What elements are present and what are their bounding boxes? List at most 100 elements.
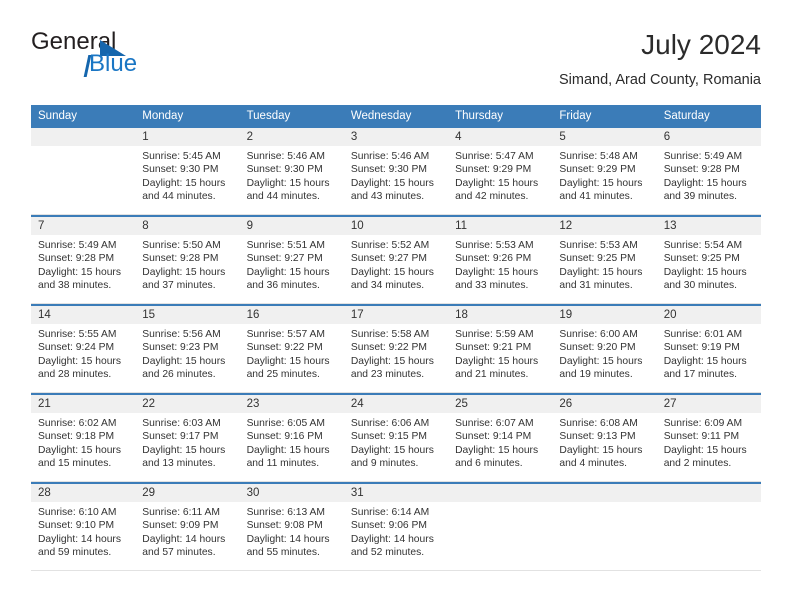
calendar-day-cell[interactable]: 27 Sunrise: 6:09 AM Sunset: 9:11 PM Dayligh…: [656, 395, 761, 481]
day-sunset-text: Sunset: 9:10 PM: [38, 520, 115, 532]
day-details: Sunrise: 6:03 AM Sunset: 9:17 PM Daylight:…: [135, 413, 239, 481]
calendar-day-cell[interactable]: 6 Sunrise: 5:49 AM Sunset: 9:28 PM Daylight…: [656, 128, 761, 214]
day-details: [552, 502, 656, 570]
day-daylight-2-text: and 59 minutes.: [38, 547, 112, 559]
calendar-day-cell[interactable]: 3 Sunrise: 5:46 AM Sunset: 9:30 PM Daylight…: [343, 128, 449, 214]
day-sunrise-text: Sunrise: 5:52 AM: [350, 240, 430, 251]
day-details: Sunrise: 5:53 AM Sunset: 9:26 PM Daylight:…: [448, 235, 552, 303]
day-daylight-1-text: Daylight: 15 hours: [246, 177, 330, 189]
day-details: Sunrise: 5:45 AM Sunset: 9:30 PM Daylight:…: [135, 146, 239, 214]
day-daylight-2-text: and 43 minutes.: [350, 191, 425, 203]
day-sunset-text: Sunset: 9:28 PM: [663, 164, 740, 176]
day-daylight-1-text: Daylight: 15 hours: [38, 266, 121, 278]
day-daylight-1-text: Daylight: 14 hours: [38, 533, 121, 545]
day-number: 5: [552, 128, 657, 146]
calendar-day-cell[interactable]: 17 Sunrise: 5:58 AM Sunset: 9:22 PM Dayligh…: [343, 306, 449, 392]
day-details: Sunrise: 6:08 AM Sunset: 9:13 PM Daylight:…: [552, 413, 656, 481]
calendar-grid: Sunday Monday Tuesday Wednesday Thursday Frid…: [31, 105, 761, 571]
day-sunrise-text: Sunrise: 6:11 AM: [142, 507, 220, 518]
calendar-day-cell[interactable]: 12 Sunrise: 5:53 AM Sunset: 9:25 PM Dayligh…: [552, 217, 657, 303]
day-details: Sunrise: 5:52 AM Sunset: 9:27 PM Daylight:…: [344, 235, 448, 303]
day-number: 16: [239, 306, 344, 324]
calendar-day-cell[interactable]: 20 Sunrise: 6:01 AM Sunset: 9:19 PM Dayligh…: [656, 306, 761, 392]
calendar-day-cell[interactable]: 11 Sunrise: 5:53 AM Sunset: 9:26 PM Dayligh…: [448, 217, 553, 303]
day-daylight-2-text: and 41 minutes.: [559, 191, 633, 203]
day-sunset-text: Sunset: 9:11 PM: [663, 431, 740, 443]
day-daylight-1-text: Daylight: 15 hours: [350, 177, 434, 189]
day-daylight-2-text: and 52 minutes.: [350, 547, 425, 559]
calendar-day-cell[interactable]: 18 Sunrise: 5:59 AM Sunset: 9:21 PM Dayligh…: [448, 306, 553, 392]
day-sunrise-text: Sunrise: 5:47 AM: [455, 151, 534, 162]
day-daylight-1-text: Daylight: 15 hours: [142, 444, 226, 456]
calendar-day-cell[interactable]: 16 Sunrise: 5:57 AM Sunset: 9:22 PM Dayligh…: [239, 306, 344, 392]
calendar-day-cell[interactable]: 9 Sunrise: 5:51 AM Sunset: 9:27 PM Daylight…: [239, 217, 344, 303]
calendar-day-cell[interactable]: 28 Sunrise: 6:10 AM Sunset: 9:10 PM Dayligh…: [31, 484, 136, 570]
general-blue-logo[interactable]: General Blue: [31, 28, 231, 88]
day-details: Sunrise: 5:55 AM Sunset: 9:24 PM Daylight:…: [31, 324, 135, 392]
calendar-day-cell[interactable]: 23 Sunrise: 6:05 AM Sunset: 9:16 PM Dayligh…: [239, 395, 344, 481]
day-details: Sunrise: 6:11 AM Sunset: 9:09 PM Daylight:…: [135, 502, 239, 570]
day-sunrise-text: Sunrise: 6:13 AM: [246, 507, 325, 518]
day-sunrise-text: Sunrise: 6:03 AM: [142, 418, 221, 429]
day-details: Sunrise: 6:05 AM Sunset: 9:16 PM Daylight:…: [240, 413, 344, 481]
day-sunset-text: Sunset: 9:25 PM: [663, 253, 740, 265]
day-sunset-text: Sunset: 9:08 PM: [246, 520, 323, 532]
calendar-day-cell[interactable]: 1 Sunrise: 5:45 AM Sunset: 9:30 PM Daylight…: [135, 128, 240, 214]
day-sunset-text: Sunset: 9:18 PM: [38, 431, 115, 443]
calendar-day-cell[interactable]: 31 Sunrise: 6:14 AM Sunset: 9:06 PM Dayligh…: [343, 484, 449, 570]
weekday-header-sunday: Sunday: [38, 110, 78, 122]
day-sunset-text: Sunset: 9:20 PM: [559, 342, 636, 354]
calendar-day-cell[interactable]: 19 Sunrise: 6:00 AM Sunset: 9:20 PM Dayligh…: [552, 306, 657, 392]
day-daylight-1-text: Daylight: 15 hours: [350, 266, 434, 278]
calendar-day-cell[interactable]: 2 Sunrise: 5:46 AM Sunset: 9:30 PM Daylight…: [239, 128, 344, 214]
day-sunrise-text: Sunrise: 5:45 AM: [142, 151, 221, 162]
day-daylight-2-text: and 42 minutes.: [455, 191, 529, 203]
day-details: Sunrise: 6:09 AM Sunset: 9:11 PM Daylight:…: [657, 413, 761, 481]
calendar-weeks: 1 Sunrise: 5:45 AM Sunset: 9:30 PM Daylight…: [31, 128, 761, 571]
calendar-day-cell[interactable]: 24 Sunrise: 6:06 AM Sunset: 9:15 PM Dayligh…: [343, 395, 449, 481]
day-sunset-text: Sunset: 9:06 PM: [350, 520, 427, 532]
day-details: Sunrise: 5:58 AM Sunset: 9:22 PM Daylight:…: [344, 324, 448, 392]
day-number: 10: [343, 217, 449, 235]
day-sunrise-text: Sunrise: 5:54 AM: [663, 240, 743, 251]
day-sunrise-text: Sunrise: 5:51 AM: [246, 240, 325, 251]
day-daylight-1-text: Daylight: 15 hours: [559, 266, 643, 278]
logo-text-blue: Blue: [89, 50, 138, 77]
day-details: [448, 502, 552, 570]
day-number: 11: [448, 217, 553, 235]
weekday-header-thursday: Thursday: [455, 110, 504, 122]
calendar-day-cell[interactable]: 4 Sunrise: 5:47 AM Sunset: 9:29 PM Daylight…: [448, 128, 553, 214]
calendar-day-cell[interactable]: 30 Sunrise: 6:13 AM Sunset: 9:08 PM Dayligh…: [239, 484, 344, 570]
calendar-day-cell[interactable]: 21 Sunrise: 6:02 AM Sunset: 9:18 PM Dayligh…: [31, 395, 136, 481]
page-title: July 2024: [641, 29, 761, 60]
day-daylight-1-text: Daylight: 15 hours: [246, 266, 330, 278]
day-number: 20: [656, 306, 761, 324]
calendar-day-cell[interactable]: 5 Sunrise: 5:48 AM Sunset: 9:29 PM Daylight…: [552, 128, 657, 214]
day-daylight-1-text: Daylight: 15 hours: [350, 355, 434, 367]
calendar-day-cell[interactable]: 29 Sunrise: 6:11 AM Sunset: 9:09 PM Dayligh…: [135, 484, 240, 570]
calendar-day-cell[interactable]: 15 Sunrise: 5:56 AM Sunset: 9:23 PM Dayligh…: [135, 306, 240, 392]
calendar-day-cell[interactable]: 26 Sunrise: 6:08 AM Sunset: 9:13 PM Dayligh…: [552, 395, 657, 481]
day-sunset-text: Sunset: 9:30 PM: [350, 164, 427, 176]
calendar-day-cell-empty: [656, 484, 761, 570]
day-daylight-2-text: and 4 minutes.: [559, 458, 627, 470]
calendar-day-cell[interactable]: 22 Sunrise: 6:03 AM Sunset: 9:17 PM Dayligh…: [135, 395, 240, 481]
weekday-header-wednesday: Wednesday: [350, 110, 412, 122]
day-sunset-text: Sunset: 9:29 PM: [559, 164, 636, 176]
day-daylight-1-text: Daylight: 15 hours: [663, 177, 747, 189]
calendar-week-row: 14 Sunrise: 5:55 AM Sunset: 9:24 PM Dayligh…: [31, 304, 761, 392]
calendar-day-cell[interactable]: 25 Sunrise: 6:07 AM Sunset: 9:14 PM Dayligh…: [448, 395, 553, 481]
day-sunrise-text: Sunrise: 6:02 AM: [38, 418, 117, 429]
calendar-day-cell[interactable]: 13 Sunrise: 5:54 AM Sunset: 9:25 PM Dayligh…: [656, 217, 761, 303]
calendar-day-cell[interactable]: 7 Sunrise: 5:49 AM Sunset: 9:28 PM Daylight…: [31, 217, 136, 303]
day-number: 3: [343, 128, 449, 146]
day-daylight-2-text: and 2 minutes.: [663, 458, 732, 470]
day-number: 4: [448, 128, 553, 146]
day-number: 13: [656, 217, 761, 235]
day-sunset-text: Sunset: 9:22 PM: [350, 342, 427, 354]
calendar-day-cell[interactable]: 14 Sunrise: 5:55 AM Sunset: 9:24 PM Dayligh…: [31, 306, 136, 392]
day-sunset-text: Sunset: 9:30 PM: [246, 164, 323, 176]
day-sunrise-text: Sunrise: 6:10 AM: [38, 507, 117, 518]
calendar-day-cell[interactable]: 10 Sunrise: 5:52 AM Sunset: 9:27 PM Dayligh…: [343, 217, 449, 303]
calendar-day-cell[interactable]: 8 Sunrise: 5:50 AM Sunset: 9:28 PM Daylight…: [135, 217, 240, 303]
